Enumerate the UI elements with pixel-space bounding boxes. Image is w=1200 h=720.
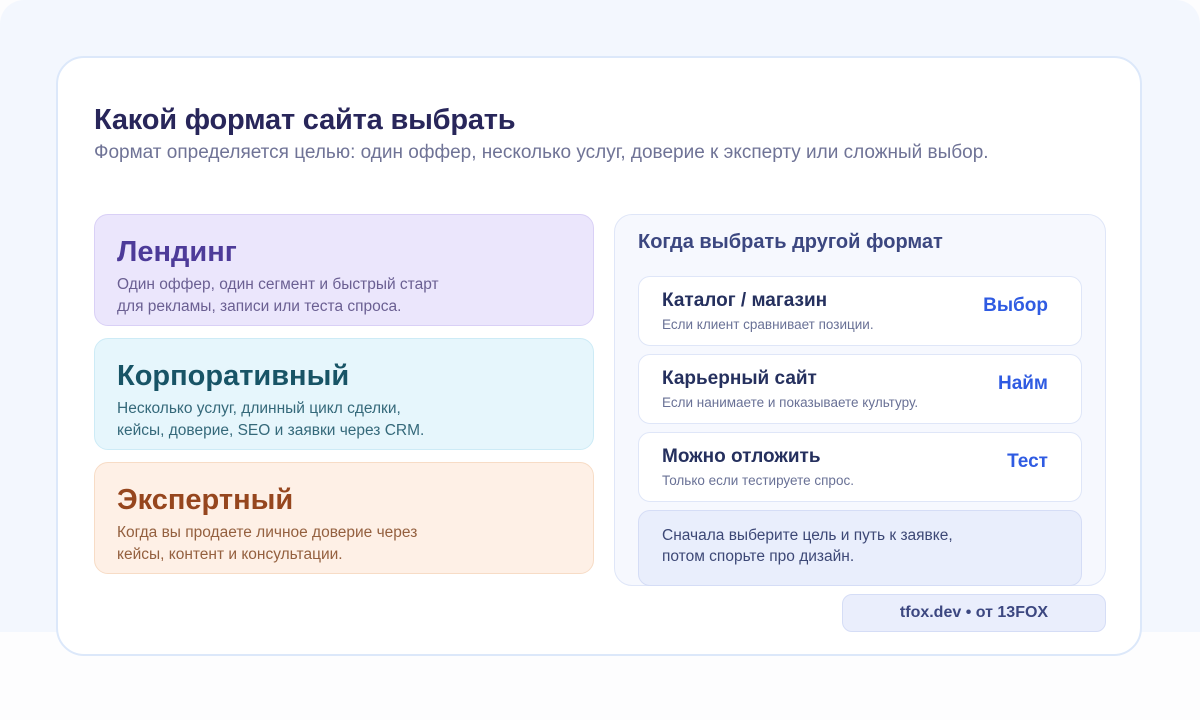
option-tag: Выбор: [983, 295, 1048, 316]
format-name: Лендинг: [117, 236, 237, 268]
page-title: Какой формат сайта выбрать: [94, 104, 516, 136]
format-description-line: кейсы, доверие, SEO и заявки через CRM.: [117, 422, 425, 439]
page-subtitle: Формат определяется целью: один оффер, н…: [94, 142, 989, 163]
format-card-corporate: Корпоративный Несколько услуг, длинный ц…: [94, 338, 594, 450]
option-description: Если клиент сравнивает позиции.: [662, 317, 874, 332]
footer-credit-badge: tfox.dev • от 13FOX: [842, 594, 1106, 632]
alternatives-title: Когда выбрать другой формат: [638, 231, 943, 253]
format-description-line: для рекламы, записи или теста спроса.: [117, 298, 402, 315]
alternative-option-career: Карьерный сайт Если нанимаете и показыва…: [638, 354, 1082, 424]
advice-note: Сначала выберите цель и путь к заявке, п…: [638, 510, 1082, 586]
advice-note-line: потом спорьте про дизайн.: [662, 548, 855, 565]
format-description: Когда вы продаете личное доверие через к…: [117, 522, 477, 566]
alternative-option-catalog: Каталог / магазин Если клиент сравнивает…: [638, 276, 1082, 346]
option-tag: Найм: [997, 373, 1048, 394]
option-name: Каталог / магазин: [662, 290, 828, 311]
format-description: Один оффер, один сегмент и быстрый старт…: [117, 274, 477, 318]
option-tag: Тест: [1007, 451, 1048, 472]
format-description-line: Когда вы продаете личное доверие через: [117, 524, 418, 541]
format-description-line: Один оффер, один сегмент и быстрый старт: [117, 276, 439, 293]
alternative-option-postpone: Можно отложить Только если тестируете сп…: [638, 432, 1082, 502]
format-description-line: Несколько услуг, длинный цикл сделки,: [117, 400, 401, 417]
format-description-line: кейсы, контент и консультации.: [117, 546, 343, 563]
option-name: Можно отложить: [662, 446, 821, 467]
format-description: Несколько услуг, длинный цикл сделки, ке…: [117, 398, 477, 442]
advice-note-line: Сначала выберите цель и путь к заявке,: [662, 527, 953, 544]
format-card-expert: Экспертный Когда вы продаете личное дове…: [94, 462, 594, 574]
format-card-landing: Лендинг Один оффер, один сегмент и быстр…: [94, 214, 594, 326]
option-description: Если нанимаете и показываете культуру.: [662, 395, 919, 410]
option-description: Только если тестируете спрос.: [662, 473, 854, 488]
option-name: Карьерный сайт: [662, 368, 817, 389]
format-name: Корпоративный: [117, 360, 350, 392]
format-name: Экспертный: [117, 484, 294, 516]
